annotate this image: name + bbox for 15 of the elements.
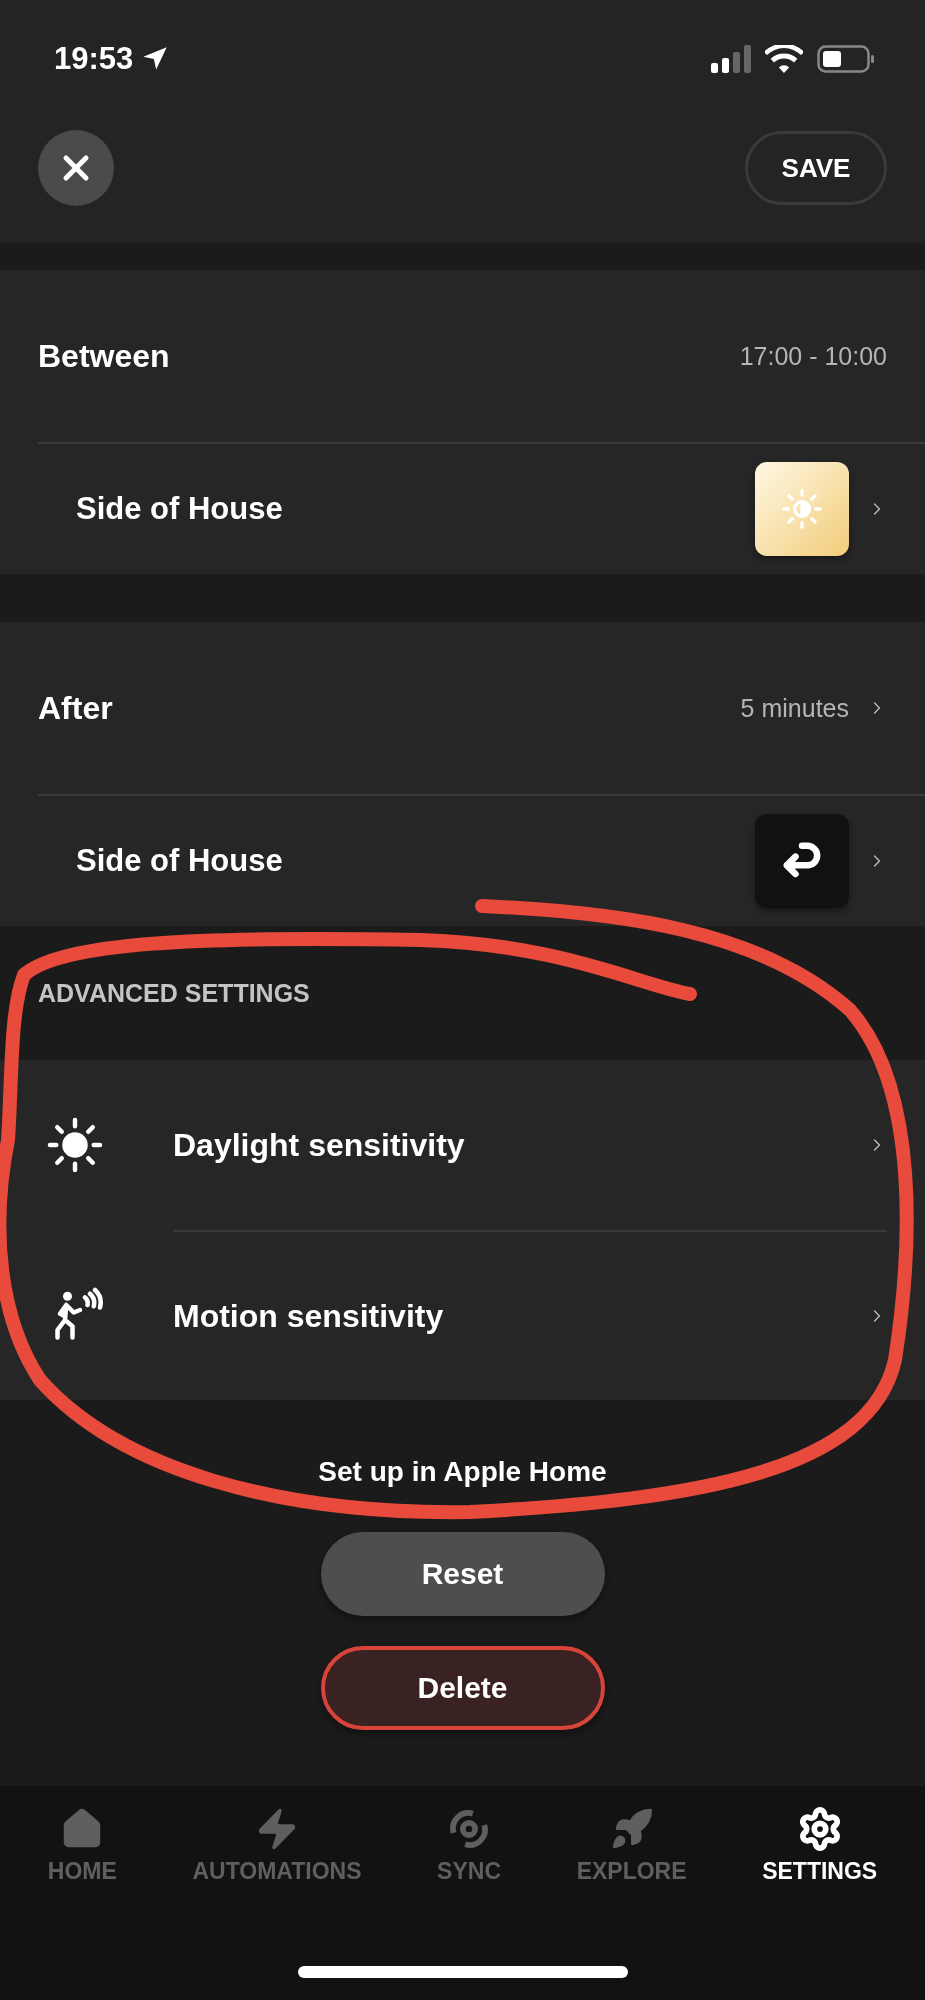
save-button[interactable]: SAVE — [745, 131, 887, 205]
row-label: Between — [38, 337, 171, 375]
row-value: 17:00 - 10:00 — [739, 341, 887, 371]
delete-button[interactable]: Delete — [320, 1646, 605, 1730]
status-time: 19:53 — [54, 41, 134, 77]
row-label: Side of House — [76, 843, 284, 879]
row-value: 5 minutes — [740, 693, 849, 723]
row-label: After — [38, 689, 114, 727]
row-label: Motion sensitivity — [173, 1297, 445, 1335]
section-heading: ADVANCED SETTINGS — [38, 978, 310, 1008]
row-label: Side of House — [76, 491, 284, 527]
tab[interactable]: SETTINGS — [762, 1806, 878, 1885]
reset-button[interactable]: Reset — [320, 1532, 605, 1616]
row-label: Daylight sensitivity — [173, 1126, 466, 1164]
apple-home-link[interactable]: Set up in Apple Home — [318, 1456, 607, 1488]
